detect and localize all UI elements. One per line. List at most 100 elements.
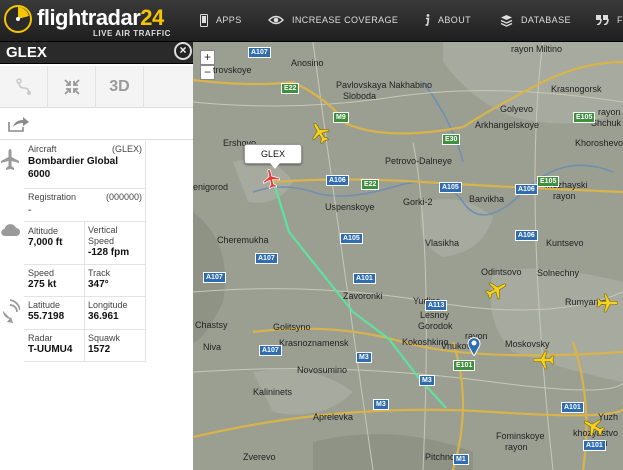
nav-more[interactable]: F — [596, 0, 623, 40]
place-label: Niva — [203, 342, 222, 352]
road-shield: M3 — [373, 399, 389, 410]
view-3d-button[interactable]: 3D — [96, 66, 144, 108]
airport-pin-icon[interactable] — [467, 336, 481, 356]
share-icon[interactable] — [8, 116, 30, 132]
center-on-aircraft-button[interactable] — [48, 66, 96, 108]
place-label: rayon — [598, 107, 621, 117]
nav-database-label: DATABASE — [521, 15, 571, 25]
flight-info-panel: GLEX × 3D Aircraft (GLEX) Bombardier Glo… — [0, 42, 193, 470]
radar-label: Radar — [28, 333, 53, 343]
place-label: trovskoye — [213, 65, 252, 75]
road-shield: M1 — [453, 454, 469, 465]
selected-aircraft-label[interactable]: GLEX — [244, 144, 302, 164]
registration-cell: Registration (000000) - — [28, 192, 142, 216]
track-cell: Track 347° — [88, 268, 143, 290]
place-label: Solnechny — [537, 268, 580, 278]
nav-increase-coverage[interactable]: INCREASE COVERAGE — [268, 0, 398, 40]
altitude-label: Altitude — [28, 226, 59, 236]
place-label: Moskovsky — [505, 339, 550, 349]
registration-label: Registration — [28, 192, 77, 202]
place-label: Lesnoy — [420, 310, 450, 320]
place-label: Shchuk — [591, 118, 622, 128]
road-shield: A107 — [259, 345, 282, 356]
flight-callsign: GLEX — [6, 44, 47, 61]
vertical-speed-label: Vertical Speed — [88, 225, 118, 246]
radar-signal-icon — [3, 299, 20, 323]
place-label: Gorki-2 — [403, 197, 433, 207]
aircraft-icon[interactable] — [309, 122, 331, 144]
aircraft-icon[interactable] — [533, 349, 555, 371]
place-label: Arkhangelskoye — [475, 120, 540, 130]
place-label: rayon — [505, 442, 528, 452]
quote-icon — [596, 15, 609, 25]
aircraft-cell: Aircraft (GLEX) Bombardier Global 6000 — [28, 144, 142, 181]
cloud-icon — [1, 224, 20, 237]
road-shield: A105 — [340, 233, 363, 244]
selected-aircraft-icon[interactable] — [261, 169, 281, 189]
show-route-button[interactable] — [0, 66, 48, 108]
nav-apps-label: APPS — [216, 15, 242, 25]
altitude-value: 7,000 ft — [28, 237, 63, 248]
radar-cell: Radar T-UUMU4 — [28, 333, 83, 355]
place-label: Kuntsevo — [546, 238, 584, 248]
flightradar24-logo[interactable]: flightradar24 LIVE AIR TRAFFIC — [3, 3, 173, 39]
close-panel-button[interactable]: × — [174, 42, 192, 60]
aircraft-icon[interactable] — [596, 292, 618, 314]
place-label: Barvikha — [469, 194, 505, 204]
longitude-label: Longitude — [88, 300, 128, 310]
vertical-speed-value: -128 fpm — [88, 247, 130, 258]
place-label: Golyevo — [500, 104, 534, 114]
road-shield: A101 — [583, 440, 606, 451]
live-map[interactable]: + − rayon Miltino Nakhabino Krasnogorsk … — [193, 42, 623, 470]
speed-value: 275 kt — [28, 279, 57, 290]
latitude-label: Latitude — [28, 300, 61, 310]
road-shield: A106 — [326, 175, 349, 186]
aircraft-name: Bombardier Global 6000 — [28, 156, 119, 180]
place-label: Cheremukha — [217, 235, 269, 245]
squawk-value: 1572 — [88, 344, 111, 355]
share-row — [0, 108, 193, 140]
place-label: rayon Miltino — [511, 44, 563, 54]
zoom-in-button[interactable]: + — [200, 50, 215, 65]
road-shield: A101 — [561, 402, 584, 413]
road-shield: E105 — [573, 112, 596, 123]
nav-apps[interactable]: APPS — [200, 0, 242, 40]
registration-code: (000000) — [105, 192, 142, 202]
road-shield: M3 — [419, 375, 435, 386]
road-shield: A107 — [248, 47, 271, 58]
road-shield: A101 — [353, 273, 376, 284]
aircraft-label: Aircraft — [28, 144, 57, 154]
road-shield: M9 — [333, 112, 349, 123]
flight-tools-bar: 3D — [0, 66, 193, 108]
place-label: Nakhabino — [389, 80, 433, 90]
route-icon — [15, 78, 31, 95]
road-shield: E105 — [537, 176, 560, 187]
nav-about-label: ABOUT — [438, 15, 472, 25]
place-label: Chastsy — [195, 320, 228, 330]
longitude-value: 36.961 — [88, 311, 119, 322]
nav-increase-coverage-label: INCREASE COVERAGE — [292, 15, 399, 25]
aircraft-icon[interactable] — [583, 416, 605, 438]
view-3d-label: 3D — [109, 78, 130, 95]
logo-name-prefix: flightradar — [37, 5, 141, 30]
place-label: Krasnogorsk — [551, 84, 602, 94]
info-icon — [425, 14, 430, 26]
nav-about[interactable]: ABOUT — [424, 0, 471, 40]
flight-details: Aircraft (GLEX) Bombardier Global 6000 R… — [0, 141, 193, 368]
place-label: Fominskoye — [496, 431, 545, 441]
place-label: Krasnoznamensk — [279, 338, 349, 348]
road-shield: A106 — [515, 230, 538, 241]
nav-more-label: F — [617, 15, 623, 25]
nav-database[interactable]: DATABASE — [500, 0, 571, 40]
place-label: Uspenskoye — [325, 202, 375, 212]
place-label: Khoroshevo- — [575, 138, 623, 148]
logo-name-number: 24 — [140, 5, 164, 30]
altitude-cell: Altitude 7,000 ft — [28, 226, 83, 248]
place-label: Gorodok — [418, 321, 453, 331]
aircraft-icon[interactable] — [485, 279, 507, 301]
place-label: Kalininets — [253, 387, 293, 397]
place-label: enigorod — [193, 182, 229, 192]
place-label: Vlasikha — [425, 238, 460, 248]
track-value: 347° — [88, 279, 109, 290]
place-label: Aprelevka — [313, 412, 354, 422]
